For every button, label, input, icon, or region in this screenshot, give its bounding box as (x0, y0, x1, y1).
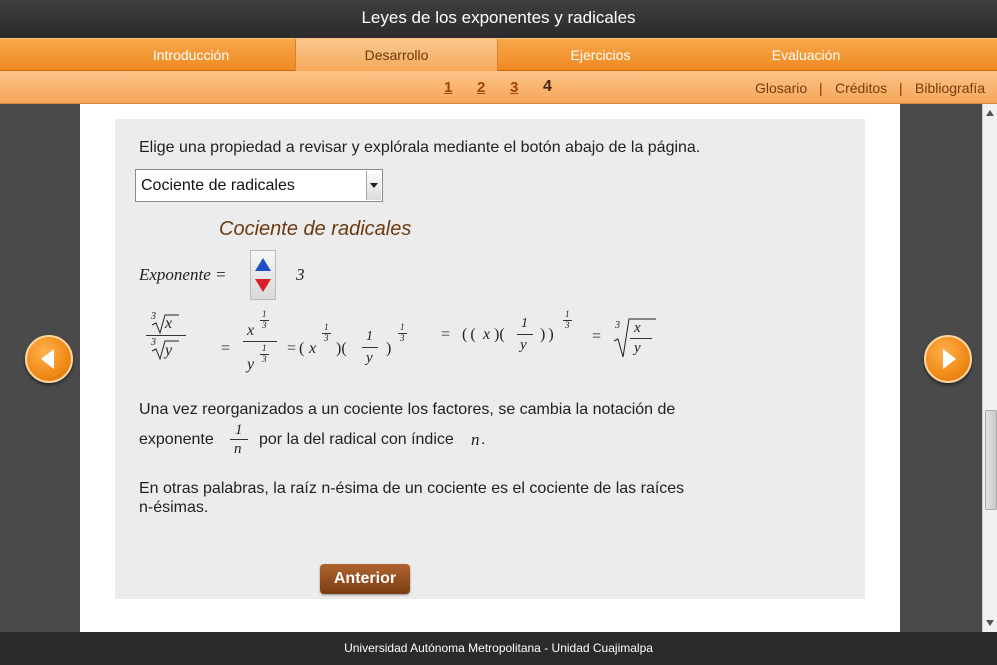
summary-line2: n-ésimas. (139, 499, 209, 516)
exponent-label: Exponente = (139, 265, 227, 284)
radicand-x: x (165, 315, 173, 332)
exp-num: 1 (400, 322, 405, 332)
separator: | (899, 80, 903, 96)
tab-ejercicios[interactable]: Ejercicios (499, 39, 702, 71)
glosario-link[interactable]: Glosario (755, 80, 807, 96)
exp-den: 3 (262, 320, 267, 330)
exp-den: 3 (262, 354, 267, 364)
paren: (( (462, 326, 479, 343)
period: . (481, 431, 486, 448)
fraction-bar (146, 335, 186, 336)
exp-num: 1 (262, 309, 267, 319)
paren: )( (336, 340, 347, 357)
exp-den: 3 (324, 333, 329, 343)
exp-num: 1 (262, 343, 267, 353)
page-current-4: 4 (543, 78, 552, 95)
equals-sign: = (440, 326, 451, 343)
frac-num: 1 (235, 422, 243, 438)
sub-nav: 1 2 3 4 Glosario | Créditos | Bibliograf… (0, 71, 997, 104)
arrow-left-icon (41, 349, 54, 369)
var-y: y (247, 356, 255, 373)
tab-evaluacion[interactable]: Evaluación (703, 39, 909, 71)
fraction-bar (243, 341, 277, 342)
previous-page-button[interactable] (25, 335, 73, 383)
fraction-bar (362, 347, 378, 348)
scroll-up-icon[interactable] (986, 110, 994, 116)
frac-num: 1 (521, 316, 528, 331)
vertical-scrollbar[interactable] (982, 104, 997, 632)
tab-introduccion[interactable]: Introducción (88, 39, 294, 71)
radicand-y: y (634, 340, 641, 356)
property-select[interactable]: Cociente de radicales (135, 169, 383, 202)
equals-sign: = (220, 340, 231, 357)
explanation-exponente: exponente (139, 431, 214, 448)
tab-desarrollo[interactable]: Desarrollo (295, 39, 498, 71)
page-link-1[interactable]: 1 (444, 79, 452, 96)
fraction-bar (630, 338, 652, 339)
explanation-radical: por la del radical con índice (259, 431, 454, 448)
summary-line1: En otras palabras, la raíz n-ésima de un… (139, 480, 685, 497)
paren: )( (494, 326, 505, 343)
frac-num: 1 (366, 329, 373, 344)
fraction-bar (230, 439, 248, 440)
main-nav: Introducción Desarrollo Ejercicios Evalu… (0, 38, 997, 71)
fraction-bar (517, 334, 533, 335)
paren: ( (299, 340, 305, 357)
stepper-arrows-icon (255, 258, 271, 292)
paren: )) (540, 326, 557, 343)
var-x: x (309, 340, 317, 357)
var-x: x (483, 326, 491, 343)
scrollbar-thumb[interactable] (985, 410, 997, 510)
radicand-x: x (634, 320, 641, 336)
separator: | (819, 80, 823, 96)
exponent-value: 3 (296, 265, 305, 284)
radicand-y: y (165, 342, 173, 359)
anterior-button[interactable]: Anterior (320, 564, 410, 594)
bibliografia-link[interactable]: Bibliografía (915, 80, 985, 96)
explanation-line1: Una vez reorganizados a un cociente los … (139, 401, 676, 418)
page-link-2[interactable]: 2 (477, 79, 485, 96)
exp-den: 3 (400, 333, 405, 343)
section-heading: Cociente de radicales (219, 218, 412, 240)
creditos-link[interactable]: Créditos (835, 80, 887, 96)
dropdown-arrow-icon[interactable] (366, 171, 381, 200)
var-x: x (247, 322, 255, 339)
scroll-down-icon[interactable] (986, 620, 994, 626)
footer: Universidad Autónoma Metropolitana - Uni… (0, 632, 997, 665)
frac-den-n: n (234, 441, 242, 457)
var-y: y (520, 337, 527, 353)
equals-sign: = (286, 340, 297, 357)
exp-num: 1 (565, 309, 570, 319)
window-title: Leyes de los exponentes y radicales (0, 0, 997, 38)
next-page-button[interactable] (924, 335, 972, 383)
exp-num: 1 (324, 322, 329, 332)
arrow-right-icon (943, 349, 956, 369)
instruction-text: Elige una propiedad a revisar y explóral… (139, 139, 701, 156)
equals-sign: = (591, 328, 602, 345)
index-n: n (471, 430, 480, 449)
exponent-stepper[interactable] (250, 250, 276, 300)
var-y: y (366, 350, 373, 366)
property-select-value: Cociente de radicales (141, 177, 295, 194)
paren: ) (386, 340, 392, 357)
page-link-3[interactable]: 3 (510, 79, 518, 96)
exp-den: 3 (565, 320, 570, 330)
